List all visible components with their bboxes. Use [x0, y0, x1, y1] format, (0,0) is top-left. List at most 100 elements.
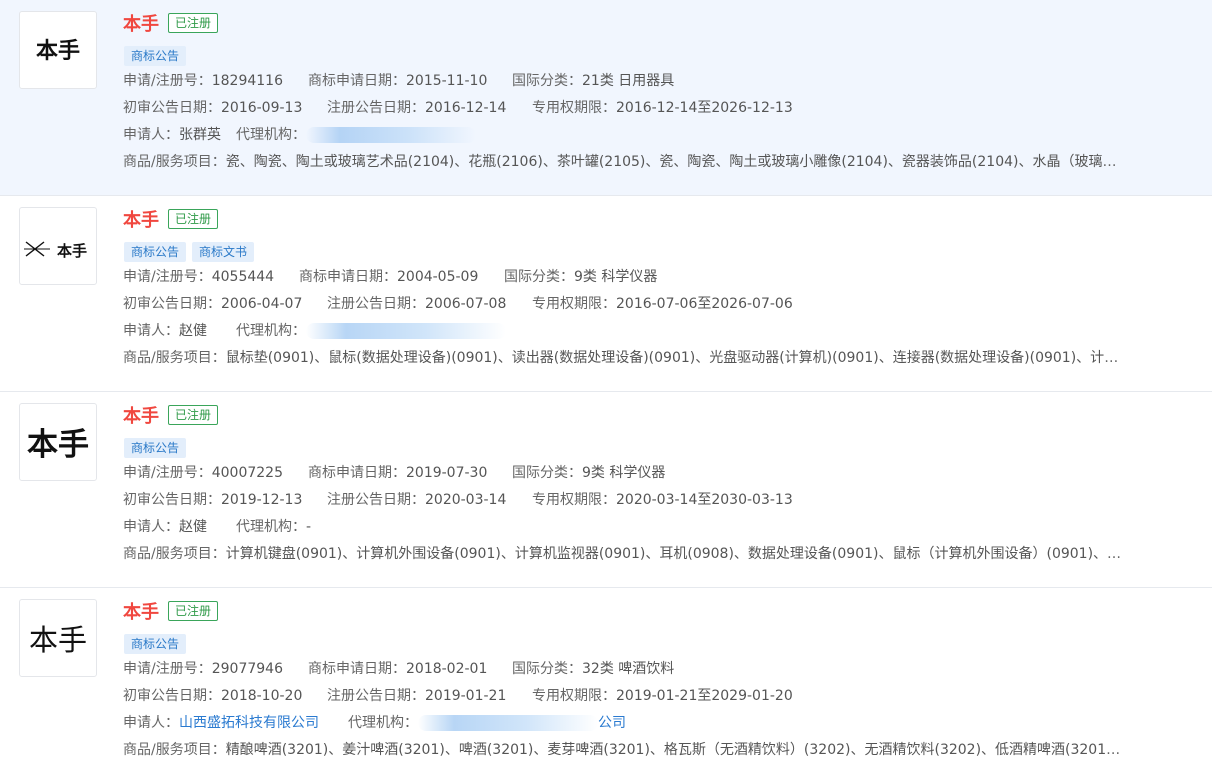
logo-text: 本手 [27, 427, 89, 463]
info-row-3: 申请人：赵健 代理机构： [123, 322, 506, 340]
trademark-logo[interactable]: 本手 [19, 403, 97, 481]
goods-row: 商品/服务项目：瓷、陶瓷、陶土或玻璃艺术品(2104)、花瓶(2106)、茶叶罐… [123, 153, 1123, 171]
status-badge: 已注册 [168, 13, 219, 33]
info-row-2: 初审公告日期：2016-09-13 注册公告日期：2016-12-14 专用权期… [123, 99, 793, 117]
info-row-3: 申请人：赵健 代理机构：- [123, 518, 311, 536]
goods-value: 精酿啤酒(3201)、姜汁啤酒(3201)、啤酒(3201)、麦芽啤酒(3201… [225, 742, 1123, 758]
applicant-label: 申请人： [123, 323, 179, 339]
regpub-date: 2006-07-08 [425, 296, 507, 312]
class-value: 32类 啤酒饮料 [582, 661, 675, 677]
term-value: 2016-07-06至2026-07-06 [616, 296, 793, 312]
tag-group: 商标公告 [124, 45, 192, 66]
trademark-name[interactable]: 本手 [123, 601, 159, 625]
applicant-label: 申请人： [123, 127, 179, 143]
goods-label: 商品/服务项目： [123, 154, 226, 170]
apply-date-label: 商标申请日期： [308, 73, 406, 89]
trademark-item[interactable]: 本手 本手 已注册 商标公告 申请/注册号：40007225 商标申请日期：20… [0, 392, 1212, 588]
agent-label: 代理机构： [236, 519, 306, 535]
regpub-date-label: 注册公告日期： [327, 492, 425, 508]
class-label: 国际分类： [504, 269, 574, 285]
prelim-date: 2019-12-13 [221, 492, 303, 508]
apply-date: 2019-07-30 [406, 465, 488, 481]
tag-group: 商标公告 [124, 633, 192, 654]
class-label: 国际分类： [512, 661, 582, 677]
tag-notice[interactable]: 商标公告 [124, 46, 187, 66]
status-badge: 已注册 [168, 405, 219, 425]
trademark-name[interactable]: 本手 [123, 405, 159, 429]
reg-no: 40007225 [211, 465, 283, 481]
applicant-label: 申请人： [123, 519, 179, 535]
class-label: 国际分类： [512, 465, 582, 481]
applicant: 赵健 [179, 519, 207, 535]
logo-text: 本手 [29, 623, 87, 657]
class-value: 9类 科学仪器 [574, 269, 658, 285]
info-row-1: 申请/注册号：40007225 商标申请日期：2019-07-30 国际分类：9… [123, 464, 665, 482]
term-label: 专用权期限： [532, 688, 616, 704]
trademark-logo[interactable]: 本手 [19, 599, 97, 677]
agent-link[interactable]: 公司 [598, 715, 626, 731]
regpub-date-label: 注册公告日期： [327, 296, 425, 312]
agent-redacted [418, 715, 598, 731]
tag-notice[interactable]: 商标公告 [124, 634, 187, 654]
term-label: 专用权期限： [532, 492, 616, 508]
goods-label: 商品/服务项目： [123, 350, 226, 366]
regpub-date-label: 注册公告日期： [327, 100, 425, 116]
agent-label: 代理机构： [236, 127, 306, 143]
reg-no-label: 申请/注册号： [123, 269, 212, 285]
regpub-date: 2016-12-14 [425, 100, 507, 116]
prelim-date-label: 初审公告日期： [123, 688, 221, 704]
status-badge: 已注册 [168, 601, 219, 621]
trademark-name[interactable]: 本手 [123, 209, 159, 233]
class-value: 21类 日用器具 [582, 73, 675, 89]
class-value: 9类 科学仪器 [582, 465, 666, 481]
goods-row: 商品/服务项目：精酿啤酒(3201)、姜汁啤酒(3201)、啤酒(3201)、麦… [123, 741, 1123, 759]
info-row-1: 申请/注册号：4055444 商标申请日期：2004-05-09 国际分类：9类… [123, 268, 657, 286]
trademark-logo[interactable]: 本手 [19, 11, 97, 89]
trademark-name[interactable]: 本手 [123, 13, 159, 37]
apply-date-label: 商标申请日期： [308, 465, 406, 481]
info-row-2: 初审公告日期：2018-10-20 注册公告日期：2019-01-21 专用权期… [123, 687, 793, 705]
goods-label: 商品/服务项目： [123, 742, 226, 758]
logo-text: 本手 [36, 38, 80, 64]
trademark-item[interactable]: 本手 本手 已注册 商标公告 申请/注册号：29077946 商标申请日期：20… [0, 588, 1212, 776]
trademark-logo-image: 本手 [27, 427, 89, 463]
tag-notice[interactable]: 商标公告 [124, 438, 187, 458]
info-row-2: 初审公告日期：2019-12-13 注册公告日期：2020-03-14 专用权期… [123, 491, 793, 509]
tag-document[interactable]: 商标文书 [192, 242, 255, 262]
apply-date-label: 商标申请日期： [308, 661, 406, 677]
goods-value: 瓷、陶瓷、陶土或玻璃艺术品(2104)、花瓶(2106)、茶叶罐(2105)、瓷… [225, 154, 1123, 170]
applicant-label: 申请人： [123, 715, 179, 731]
prelim-date-label: 初审公告日期： [123, 100, 221, 116]
reg-no: 29077946 [211, 661, 283, 677]
term-value: 2019-01-21至2029-01-20 [616, 688, 793, 704]
term-label: 专用权期限： [532, 100, 616, 116]
tag-group: 商标公告 商标文书 [124, 241, 260, 262]
reg-no-label: 申请/注册号： [123, 661, 212, 677]
agent-redacted [306, 127, 476, 143]
tag-group: 商标公告 [124, 437, 192, 458]
term-value: 2016-12-14至2026-12-13 [616, 100, 793, 116]
trademark-logo[interactable]: 本手 [19, 207, 97, 285]
info-row-1: 申请/注册号：29077946 商标申请日期：2018-02-01 国际分类：3… [123, 660, 674, 678]
regpub-date-label: 注册公告日期： [327, 688, 425, 704]
reg-no: 18294116 [211, 73, 283, 89]
trademark-logo-image: 本手 [24, 241, 87, 260]
applicant-link[interactable]: 山西盛拓科技有限公司 [179, 715, 319, 731]
logo-text: 本手 [57, 242, 87, 260]
status-badge: 已注册 [168, 209, 219, 229]
agent-label: 代理机构： [348, 715, 418, 731]
trademark-list: 本手 本手 已注册 商标公告 申请/注册号：18294116 商标申请日期：20… [0, 0, 1218, 776]
prelim-date: 2006-04-07 [221, 296, 303, 312]
info-row-1: 申请/注册号：18294116 商标申请日期：2015-11-10 国际分类：2… [123, 72, 674, 90]
apply-date: 2015-11-10 [406, 73, 488, 89]
trademark-item[interactable]: 本手 本手 已注册 商标公告 商标文书 申请/注册号：4055444 商标申请日期… [0, 196, 1212, 392]
goods-label: 商品/服务项目： [123, 546, 226, 562]
applicant: 张群英 [179, 127, 221, 143]
reg-no-label: 申请/注册号： [123, 73, 212, 89]
trademark-item[interactable]: 本手 本手 已注册 商标公告 申请/注册号：18294116 商标申请日期：20… [0, 0, 1212, 196]
trademark-logo-image: 本手 [36, 38, 80, 64]
apply-date: 2004-05-09 [397, 269, 479, 285]
goods-value: 鼠标垫(0901)、鼠标(数据处理设备)(0901)、读出器(数据处理设备)(0… [225, 350, 1123, 366]
applicant: 赵健 [179, 323, 207, 339]
tag-notice[interactable]: 商标公告 [124, 242, 187, 262]
